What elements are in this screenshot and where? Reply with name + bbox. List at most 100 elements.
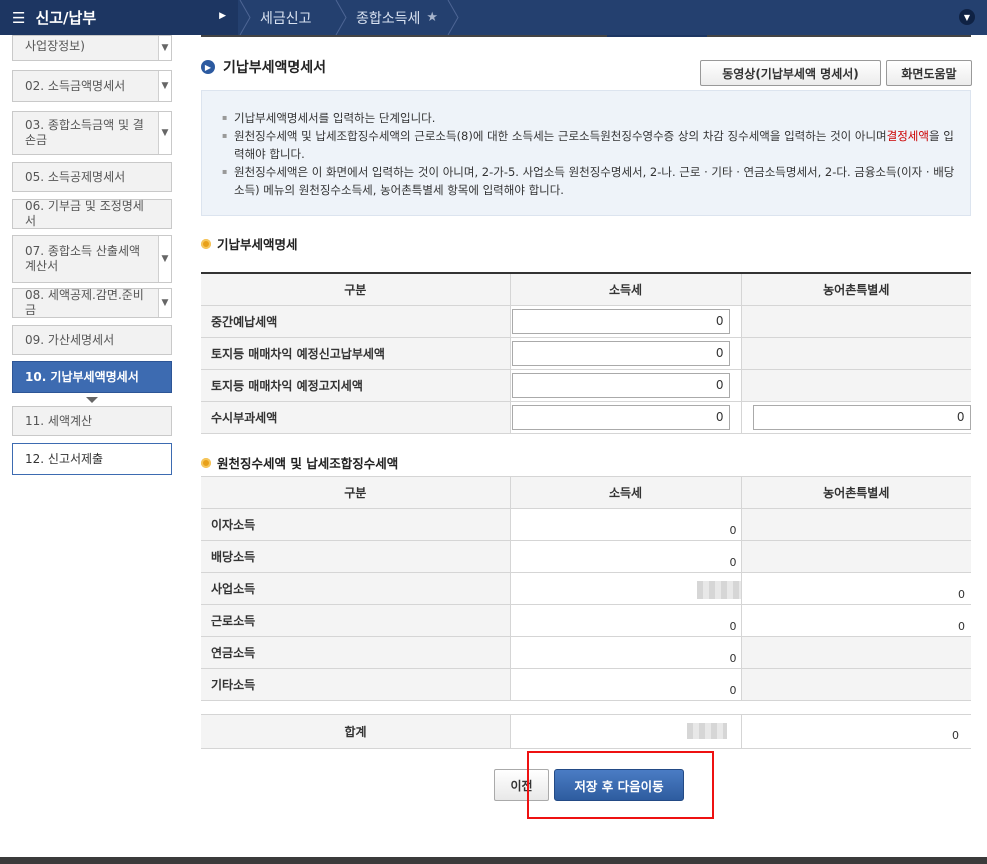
footer-bar (0, 857, 987, 864)
land-gain-notice-input[interactable] (511, 372, 730, 398)
section-title-prepaid: 기납부세액명세 (201, 234, 298, 253)
table-row: 연금소득 0 (201, 636, 971, 669)
arrow-down-icon (86, 397, 98, 403)
row-label: 수시부과세액 (201, 401, 510, 434)
chevron-down-icon[interactable]: ▼ (158, 112, 171, 154)
table-row: 토지등 매매차익 예정신고납부세액 (201, 337, 971, 370)
arrow-right-circle-icon: ▶ (201, 60, 215, 74)
total-income-tax-cell (510, 715, 741, 748)
screen-help-button[interactable]: 화면도움말 (886, 60, 972, 86)
breadcrumb-separator-icon (335, 0, 347, 35)
income-tax-cell (509, 401, 741, 434)
total-rural-tax-value: 0 (741, 715, 971, 748)
chevron-down-icon[interactable]: ▼ (158, 36, 171, 60)
sidebar-item-label: 12. 신고서제출 (25, 451, 104, 466)
notice-line: 기납부세액명세서를 입력하는 단계입니다. (222, 109, 956, 127)
row-label: 이자소득 (201, 508, 510, 541)
table-row: 사업소득 0 (201, 572, 971, 605)
column-header: 소득세 (509, 273, 741, 306)
occasional-rural-tax-input[interactable] (752, 404, 971, 430)
caret-right-icon: ▶ (219, 11, 226, 21)
sidebar-item-donation[interactable]: 06. 기부금 및 조정명세서 (12, 199, 172, 229)
occasional-tax-input[interactable] (511, 404, 730, 430)
sidebar-item-penalty-tax[interactable]: 09. 가산세명세서 (12, 325, 172, 355)
sidebar-item-label: 02. 소득금액명세서 (25, 78, 126, 93)
highlight-box (527, 751, 714, 819)
row-label: 연금소득 (201, 636, 510, 669)
row-label: 토지등 매매차익 예정신고납부세액 (201, 337, 510, 370)
section-title-label: 원천징수세액 및 납세조합징수세액 (217, 456, 399, 471)
withholding-tax-table: 구분 소득세 농어촌특별세 이자소득 0 배당소득 0 사업소득 0 근로소득 … (201, 476, 971, 701)
redacted-value (696, 580, 741, 599)
breadcrumb-item-income-tax[interactable]: 종합소득세 ★ (356, 0, 438, 35)
table-row: 배당소득 0 (201, 540, 971, 573)
income-tax-value: 0 (509, 668, 741, 701)
rural-tax-value: 0 (740, 572, 971, 605)
empty-cell (740, 305, 971, 338)
bullet-icon (201, 238, 211, 249)
chevron-down-icon[interactable]: ▼ (158, 71, 171, 101)
sidebar-item-income-deduction[interactable]: 05. 소득공제명세서 (12, 162, 172, 192)
total-label: 합계 (201, 715, 510, 748)
column-header: 소득세 (509, 476, 741, 509)
bullet-icon (201, 457, 211, 468)
menu-title-button[interactable]: ☰ 신고/납부 ▶ (0, 0, 238, 35)
income-tax-value-redacted (509, 572, 741, 605)
land-gain-report-input[interactable] (511, 340, 730, 366)
table-header-row: 구분 소득세 농어촌특별세 (201, 273, 971, 306)
sidebar-item-submit[interactable]: 12. 신고서제출 (12, 443, 172, 475)
table-header-row: 구분 소득세 농어촌특별세 (201, 476, 971, 509)
sidebar-item-calculated-tax[interactable]: 07. 종합소득 산출세액계산서 ▼ (12, 235, 172, 283)
notice-text: 원천징수세액 및 납세조합징수세액의 근로소득(8)에 대한 소득세는 근로소득… (234, 129, 887, 143)
column-header: 구분 (201, 476, 510, 509)
table-row: 근로소득 0 0 (201, 604, 971, 637)
sidebar-item-label: 08. 세액공제.감면.준비금 (25, 288, 144, 317)
star-icon[interactable]: ★ (426, 10, 438, 25)
hamburger-icon: ☰ (12, 8, 26, 27)
page-title: ▶ 기납부세액명세서 (201, 57, 326, 77)
sidebar-item-income-statement[interactable]: 02. 소득금액명세서 ▼ (12, 70, 172, 102)
rural-tax-value: 0 (740, 604, 971, 637)
sidebar-item-total-income[interactable]: 03. 종합소득금액 및 결손금 ▼ (12, 111, 172, 155)
income-tax-value: 0 (509, 604, 741, 637)
row-label: 배당소득 (201, 540, 510, 573)
income-tax-value: 0 (509, 540, 741, 573)
row-label: 근로소득 (201, 604, 510, 637)
interim-prepayment-input[interactable] (511, 308, 730, 334)
video-button[interactable]: 동영상(기납부세액 명세서) (700, 60, 881, 86)
table-row: 수시부과세액 (201, 401, 971, 434)
empty-cell (740, 668, 971, 701)
row-label: 토지등 매매차익 예정고지세액 (201, 369, 510, 402)
breadcrumb-label: 종합소득세 (356, 10, 421, 27)
sidebar-item-label: 10. 기납부세액명세서 (25, 369, 139, 384)
income-tax-cell (509, 369, 741, 402)
income-tax-value: 0 (509, 508, 741, 541)
income-tax-value: 0 (509, 636, 741, 669)
sidebar-item-prepaid-tax[interactable]: 10. 기납부세액명세서 (12, 361, 172, 393)
section-title-label: 기납부세액명세 (217, 237, 298, 252)
table-row: 이자소득 0 (201, 508, 971, 541)
top-nav-bar: ☰ 신고/납부 ▶ 세금신고 종합소득세 ★ ▼ (0, 0, 987, 35)
sidebar-item-label: 사업장정보) (25, 39, 85, 53)
empty-cell (740, 337, 971, 370)
breadcrumb-item-tax-return[interactable]: 세금신고 (260, 0, 312, 35)
chevron-down-icon[interactable]: ▼ (158, 289, 171, 317)
income-tax-cell (509, 337, 741, 370)
sidebar-item-business-info[interactable]: 사업장정보) ▼ (12, 35, 172, 61)
sidebar-item-tax-credit[interactable]: 08. 세액공제.감면.준비금 ▼ (12, 288, 172, 318)
prepaid-tax-table: 구분 소득세 농어촌특별세 중간예납세액 토지등 매매차익 예정신고납부세액 토… (201, 272, 971, 434)
redacted-value (687, 723, 727, 739)
chevron-down-icon[interactable]: ▼ (158, 236, 171, 282)
empty-cell (740, 636, 971, 669)
rural-tax-cell (740, 401, 971, 434)
chevron-down-icon[interactable]: ▼ (959, 9, 975, 25)
menu-title-label: 신고/납부 (35, 9, 97, 27)
empty-cell (740, 369, 971, 402)
sidebar-item-tax-calculation[interactable]: 11. 세액계산 (12, 406, 172, 436)
table-row: 토지등 매매차익 예정고지세액 (201, 369, 971, 402)
row-label: 기타소득 (201, 668, 510, 701)
notice-line: 원천징수세액은 이 화면에서 입력하는 것이 아니며, 2-가-5. 사업소득 … (222, 163, 956, 199)
section-title-withholding: 원천징수세액 및 납세조합징수세액 (201, 453, 398, 472)
sidebar-item-label: 05. 소득공제명세서 (25, 169, 126, 184)
notice-line: 원천징수세액 및 납세조합징수세액의 근로소득(8)에 대한 소득세는 근로소득… (222, 127, 956, 163)
